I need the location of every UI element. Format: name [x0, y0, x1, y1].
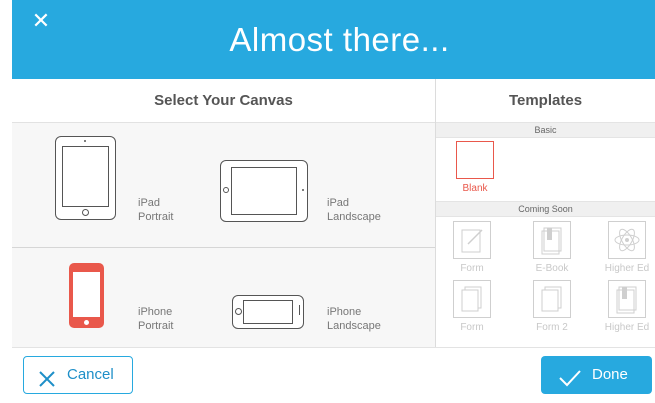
template-e-book: E-Book: [529, 221, 575, 274]
template-name: Blank: [462, 183, 488, 194]
done-button-label: Done: [592, 366, 628, 383]
camera-dot: [84, 140, 86, 142]
section-label-coming-soon: Coming Soon: [436, 201, 655, 217]
canvas-option-ipad-portrait[interactable]: iPad Portrait: [138, 196, 173, 224]
ipad-landscape-icon[interactable]: [220, 160, 308, 222]
template-form: Form: [449, 280, 495, 333]
checkmark-icon: [558, 365, 582, 403]
canvas-option-label: iPhone: [138, 306, 173, 318]
template-higher-ed: Higher Ed: [604, 280, 650, 333]
close-icon: [38, 366, 56, 402]
canvas-option-iphone-portrait[interactable]: iPhone Portrait: [138, 305, 173, 333]
camera-dot: [302, 189, 304, 191]
template-name: Form: [460, 263, 484, 274]
template-higher-ed: Higher Ed: [604, 221, 650, 274]
pencil-note-icon: [453, 221, 491, 259]
canvas-option-iphone-landscape[interactable]: iPhone Landscape: [327, 305, 381, 333]
cancel-button-label: Cancel: [67, 366, 114, 383]
device-screen: [231, 167, 297, 215]
stacked-pages-icon: [533, 280, 571, 318]
iphone-row: iPhone Portrait iPhone Landscape: [12, 248, 435, 347]
home-button: [235, 308, 242, 315]
canvas-option-label: iPad: [327, 197, 350, 209]
canvas-option-ipad-landscape[interactable]: iPad Landscape: [327, 196, 381, 224]
dialog-body: Select Your Canvas iPad Portrait iPad La…: [12, 79, 655, 347]
iphone-portrait-icon[interactable]: [69, 263, 104, 328]
canvas-option-label: Landscape: [327, 320, 381, 332]
canvas-option-label: iPhone: [327, 306, 362, 318]
book-icon: [608, 280, 646, 318]
device-screen: [62, 146, 109, 207]
dialog-title: Almost there...: [229, 21, 450, 58]
canvas-panel-heading: Select Your Canvas: [12, 79, 435, 123]
cancel-button[interactable]: Cancel: [23, 356, 133, 394]
template-name: Form: [460, 322, 484, 333]
canvas-option-label: Portrait: [138, 320, 174, 332]
templates-panel: Templates Basic Blank Coming Soon Form E…: [436, 79, 655, 347]
templates-panel-heading: Templates: [436, 79, 655, 123]
template-name: Form 2: [536, 322, 568, 333]
home-button: [84, 320, 89, 325]
device-screen: [243, 300, 293, 324]
ipad-row: iPad Portrait iPad Landscape: [12, 123, 435, 248]
home-button: [223, 187, 229, 193]
dialog-footer: Cancel Done: [12, 347, 655, 402]
canvas-panel: Select Your Canvas iPad Portrait iPad La…: [12, 79, 436, 347]
template-blank[interactable]: Blank: [452, 141, 498, 194]
ipad-portrait-icon[interactable]: [55, 136, 116, 220]
home-button: [82, 209, 89, 216]
speaker-slot: [299, 305, 300, 315]
iphone-landscape-icon[interactable]: [232, 295, 304, 329]
device-screen: [73, 272, 100, 317]
template-form-2: Form 2: [529, 280, 575, 333]
atom-icon: [608, 221, 646, 259]
canvas-option-label: iPad: [138, 197, 161, 209]
stacked-pages-icon: [453, 280, 491, 318]
done-button[interactable]: Done: [541, 356, 652, 394]
template-name: E-Book: [535, 263, 569, 274]
template-form: Form: [449, 221, 495, 274]
template-name: Higher Ed: [604, 322, 650, 333]
section-label-basic: Basic: [436, 122, 655, 138]
almost-there-dialog: ✕ Almost there... Select Your Canvas iPa…: [0, 0, 655, 402]
book-icon: [533, 221, 571, 259]
canvas-option-label: Landscape: [327, 211, 381, 223]
blank-page-icon: [456, 141, 494, 179]
dialog-header: ✕ Almost there...: [12, 0, 655, 79]
canvas-option-label: Portrait: [138, 211, 174, 223]
template-name: Higher Ed: [604, 263, 650, 274]
